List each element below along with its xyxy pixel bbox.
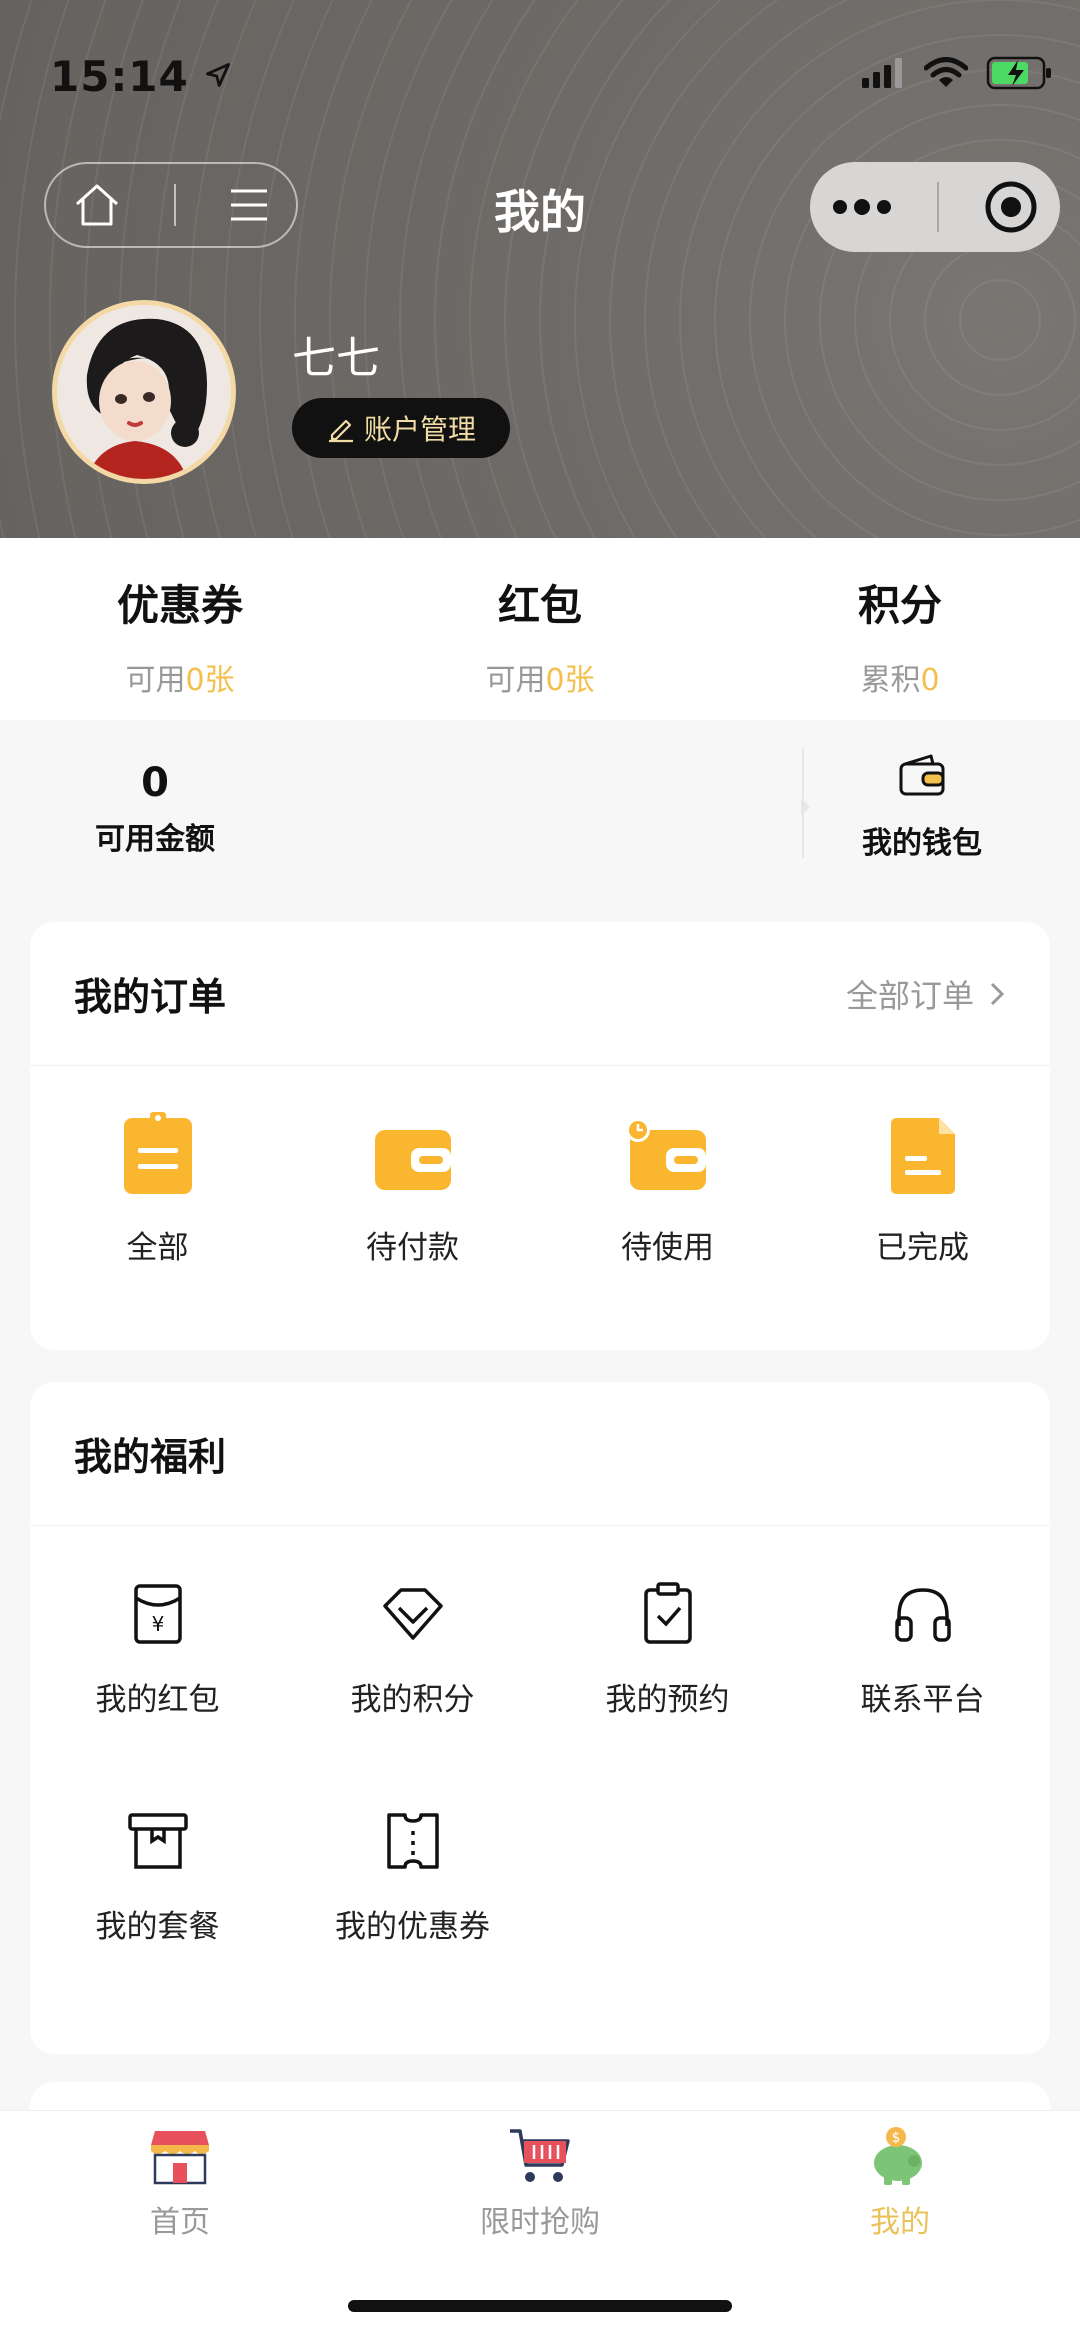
order-pending-payment-label: 待付款 — [366, 1230, 459, 1266]
benefit-coupon-label: 我的优惠券 — [335, 1909, 490, 1945]
status-icons — [862, 56, 1052, 90]
location-arrow-icon — [206, 63, 231, 87]
signal-icon — [862, 58, 902, 88]
order-completed[interactable]: 已完成 — [795, 1112, 1050, 1267]
wallet-icon — [374, 1130, 451, 1190]
clipboard-check-icon — [643, 1582, 692, 1644]
document-icon — [890, 1118, 955, 1194]
wallet-divider — [801, 748, 810, 858]
benefit-contact[interactable]: 联系平台 — [795, 1582, 1050, 1719]
benefit-package-label: 我的套餐 — [95, 1909, 220, 1945]
account-management-button[interactable]: 账户管理 — [292, 398, 510, 458]
avatar[interactable] — [52, 300, 236, 484]
stat-coupons[interactable]: 优惠券 可用0张 — [0, 538, 360, 720]
all-orders-label: 全部订单 — [845, 976, 974, 1015]
order-to-use-label: 待使用 — [621, 1230, 714, 1266]
benefit-points[interactable]: 我的积分 — [285, 1582, 540, 1719]
orders-title: 我的订单 — [74, 975, 227, 1019]
benefit-package[interactable]: 我的套餐 — [30, 1809, 285, 1946]
order-all-label: 全部 — [126, 1230, 189, 1266]
svg-text:¥: ¥ — [151, 1612, 164, 1636]
available-balance[interactable]: 0 可用金额 — [90, 760, 220, 858]
benefit-reservation-label: 我的预约 — [605, 1682, 730, 1718]
wallet-row: 0 可用金额 我的钱包 — [0, 720, 1080, 890]
red-packet-icon: ¥ — [133, 1584, 182, 1644]
benefits-card-header: 我的福利 — [30, 1382, 1050, 1526]
benefit-reservation[interactable]: 我的预约 — [540, 1582, 795, 1719]
headphones-icon — [894, 1588, 951, 1642]
piggy-bank-icon: $ — [874, 2127, 922, 2185]
wifi-icon — [924, 57, 968, 87]
home-indicator — [348, 2300, 732, 2312]
order-pending-payment[interactable]: 待付款 — [285, 1112, 540, 1267]
order-all[interactable]: 全部 — [30, 1112, 285, 1267]
account-management-label: 账户管理 — [363, 413, 476, 446]
tab-mine[interactable]: $ 我的 — [720, 2111, 1080, 2339]
edit-icon — [328, 419, 353, 443]
cart-icon — [510, 2129, 570, 2182]
diamond-icon — [382, 1588, 443, 1640]
my-wallet-button[interactable]: 我的钱包 — [842, 750, 1002, 862]
orders-card: 我的订单 全部订单 全部 待付款 待使用 已完成 — [30, 922, 1050, 1350]
my-wallet-label: 我的钱包 — [862, 826, 982, 861]
more-icon[interactable] — [832, 199, 892, 215]
capsule-separator — [936, 182, 939, 232]
ticket-icon — [386, 1813, 439, 1869]
profile-header: 15:14 我的 七七 账户管理 — [0, 0, 1080, 538]
orders-card-header: 我的订单 全部订单 — [30, 922, 1050, 1066]
benefit-coupon[interactable]: 我的优惠券 — [285, 1809, 540, 1946]
benefits-title: 我的福利 — [74, 1435, 227, 1479]
stat-points[interactable]: 积分 累积0 — [720, 538, 1080, 720]
order-completed-label: 已完成 — [876, 1230, 969, 1266]
orders-grid: 全部 待付款 待使用 已完成 — [30, 1066, 1050, 1267]
stat-subtitle: 累积0 — [860, 663, 940, 698]
username: 七七 — [292, 333, 380, 384]
benefits-grid: ¥ 我的红包 我的积分 我的预约 联系平台 我的套餐 我的优惠券 — [30, 1526, 1050, 1946]
benefit-red-packet-label: 我的红包 — [95, 1682, 220, 1718]
benefit-red-packet[interactable]: ¥ 我的红包 — [30, 1582, 285, 1719]
close-miniprogram-icon[interactable] — [984, 180, 1038, 234]
shop-icon — [151, 2131, 209, 2185]
stat-title: 积分 — [857, 581, 942, 630]
order-to-use[interactable]: 待使用 — [540, 1112, 795, 1267]
balance-label: 可用金额 — [95, 822, 215, 857]
battery-icon — [986, 56, 1051, 90]
miniprogram-capsule — [810, 162, 1060, 252]
tab-flash-sale-label: 限时抢购 — [480, 2205, 600, 2240]
svg-text:$: $ — [892, 2130, 901, 2146]
benefit-points-label: 我的积分 — [350, 1682, 475, 1718]
stat-title: 优惠券 — [116, 581, 243, 630]
tab-home-label: 首页 — [150, 2205, 210, 2240]
package-icon — [127, 1813, 188, 1869]
benefits-card: 我的福利 ¥ 我的红包 我的积分 我的预约 联系平台 我的套餐 我的优惠券 — [30, 1382, 1050, 2054]
stat-title: 红包 — [497, 581, 582, 630]
stats-bar: 优惠券 可用0张 红包 可用0张 积分 累积0 — [0, 538, 1080, 720]
tab-home[interactable]: 首页 — [0, 2111, 360, 2339]
stat-subtitle: 可用0张 — [485, 663, 595, 698]
status-time: 15:14 — [50, 52, 232, 101]
tab-mine-label: 我的 — [870, 2205, 930, 2240]
wallet-clock-icon — [625, 1118, 706, 1190]
all-orders-link[interactable]: 全部订单 — [846, 971, 1006, 1017]
chevron-right-icon — [990, 982, 1005, 1005]
avatar-illustration — [57, 305, 231, 479]
balance-amount: 0 — [141, 760, 169, 806]
clipboard-icon — [123, 1112, 192, 1194]
benefit-contact-label: 联系平台 — [860, 1682, 985, 1718]
wallet-icon — [899, 754, 945, 796]
stat-red-packets[interactable]: 红包 可用0张 — [360, 538, 720, 720]
stat-subtitle: 可用0张 — [125, 663, 235, 698]
